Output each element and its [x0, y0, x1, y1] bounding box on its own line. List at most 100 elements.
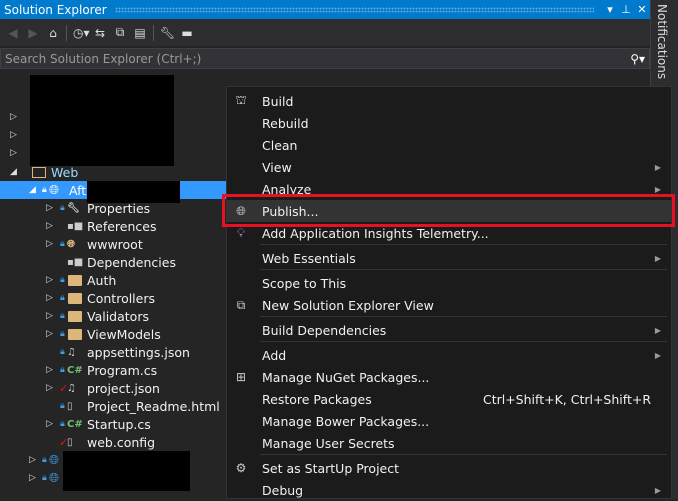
- json-file-icon: ♫: [67, 346, 76, 358]
- preview-icon[interactable]: ▬: [180, 26, 194, 40]
- title-bar: Solution Explorer ▾ ⊥ ✕: [0, 0, 650, 19]
- lock-icon: 🔒︎: [60, 275, 65, 285]
- lightbulb-icon: 💡︎: [236, 225, 246, 240]
- tree-item[interactable]: ▷: [0, 108, 226, 126]
- tree-item[interactable]: ▷ ✓ ♫ project.json: [0, 379, 226, 397]
- menu-item-label: Manage NuGet Packages...: [262, 369, 430, 385]
- pin-icon[interactable]: ⊥: [618, 3, 634, 16]
- tree-item[interactable]: ✓ ▯ web.config: [0, 433, 226, 451]
- expand-icon[interactable]: ▷: [46, 221, 53, 231]
- drag-handle[interactable]: [114, 6, 594, 13]
- lock-icon: 🔒︎: [60, 419, 65, 429]
- expand-icon[interactable]: ▷: [46, 365, 53, 375]
- tree-item-label: web.config: [87, 434, 156, 450]
- tree-item[interactable]: ▷ 🔒︎ 🌐︎ wwwroot: [0, 235, 226, 253]
- menu-item-label: Set as StartUp Project: [262, 460, 400, 476]
- collapse-all-icon[interactable]: ⧉: [113, 25, 127, 40]
- expand-icon[interactable]: ▷: [10, 148, 17, 158]
- expand-icon[interactable]: ▷: [46, 239, 53, 249]
- web-folder-icon: 🌐︎: [67, 238, 75, 250]
- expand-icon[interactable]: ▷: [46, 383, 53, 393]
- forward-icon[interactable]: ▶: [26, 26, 40, 40]
- collapse-icon[interactable]: ◢: [10, 167, 17, 177]
- menu-item-web-essentials[interactable]: Web Essentials ▶: [227, 247, 671, 269]
- tree-item-web[interactable]: ◢ Web: [0, 163, 226, 181]
- tree-item-label: References: [87, 218, 157, 234]
- tree-item[interactable]: ▷ 🔒︎ ViewModels: [0, 325, 226, 343]
- submenu-arrow-icon: ▶: [654, 485, 661, 495]
- home-icon[interactable]: ⌂: [46, 26, 60, 40]
- history-icon[interactable]: ◷▾: [73, 26, 90, 40]
- folder-icon: [68, 311, 82, 322]
- menu-item-manage-nuget-packages[interactable]: ⊞ Manage NuGet Packages...: [227, 366, 671, 388]
- dependencies-icon: ▪■: [67, 256, 84, 268]
- tree-item[interactable]: 🔒︎ ▯ Project_Readme.html: [0, 397, 226, 415]
- expand-icon[interactable]: ▷: [10, 112, 17, 122]
- web-project-icon: 🌐︎: [49, 452, 60, 467]
- menu-item-set-as-startup-project[interactable]: ⚙ Set as StartUp Project: [227, 457, 671, 479]
- menu-item-label: Add: [262, 347, 287, 363]
- tree-item[interactable]: ▪■ Dependencies: [0, 253, 226, 271]
- expand-icon[interactable]: ▷: [46, 311, 53, 321]
- back-icon[interactable]: ◀: [6, 26, 20, 40]
- submenu-arrow-icon: ▶: [654, 253, 661, 263]
- tree-item[interactable]: ▷ 🔒︎ Controllers: [0, 289, 226, 307]
- tree-item[interactable]: ▷ ▪■ References: [0, 217, 226, 235]
- collapse-icon[interactable]: ◢: [29, 185, 36, 195]
- gear-icon: ⚙: [235, 461, 247, 475]
- tree-item[interactable]: ▷ 🔒︎ Auth: [0, 271, 226, 289]
- expand-icon[interactable]: ▷: [46, 419, 53, 429]
- menu-item-restore-packages[interactable]: Restore Packages Ctrl+Shift+K, Ctrl+Shift…: [227, 388, 671, 410]
- close-icon[interactable]: ✕: [634, 3, 650, 16]
- menu-item-debug[interactable]: Debug ▶: [227, 479, 671, 501]
- dropdown-icon[interactable]: ▾: [602, 3, 618, 16]
- menu-item-manage-user-secrets[interactable]: Manage User Secrets: [227, 432, 671, 454]
- tree-item-label: Startup.cs: [87, 416, 151, 432]
- lock-icon: 🔒︎: [42, 455, 47, 465]
- json-file-icon: ♫: [67, 382, 76, 394]
- properties-icon[interactable]: 🔧︎: [160, 26, 175, 40]
- tree-item-label: appsettings.json: [87, 344, 190, 360]
- csharp-file-icon: C#: [67, 418, 83, 430]
- expand-icon[interactable]: ▷: [46, 275, 53, 285]
- menu-item-add[interactable]: Add ▶: [227, 344, 671, 366]
- menu-item-manage-bower-packages[interactable]: Manage Bower Packages...: [227, 410, 671, 432]
- expand-icon[interactable]: ▷: [29, 473, 36, 483]
- tree-item[interactable]: ▷ 🔒︎ C# Program.cs: [0, 361, 226, 379]
- sync-icon[interactable]: ⇆: [93, 26, 107, 40]
- context-menu: ⛫ Build Rebuild Clean View ▶ Analyze ▶ 🌐︎ Publish…: [226, 86, 672, 499]
- expand-icon[interactable]: ▷: [29, 455, 36, 465]
- csharp-file-icon: C#: [67, 364, 83, 376]
- wrench-icon: 🔧︎: [67, 202, 80, 214]
- show-all-files-icon[interactable]: ▤: [133, 26, 147, 40]
- divider: [66, 24, 67, 41]
- search-icon[interactable]: ⚲▾: [630, 52, 645, 66]
- menu-item-label: Rebuild: [262, 115, 309, 131]
- expand-icon[interactable]: ▷: [10, 130, 17, 140]
- menu-item-build-dependencies[interactable]: Build Dependencies ▶: [227, 319, 671, 341]
- tree-item[interactable]: ▷ 🔒︎ 🔧︎ Properties: [0, 199, 226, 217]
- nuget-icon: ⊞: [235, 370, 247, 384]
- menu-item-build[interactable]: ⛫ Build: [227, 90, 671, 112]
- tree-item[interactable]: 🔒︎ ♫ appsettings.json: [0, 343, 226, 361]
- tree-item-label: Auth: [87, 272, 117, 288]
- web-project-icon: 🌐︎: [49, 470, 60, 485]
- tree-item[interactable]: ▷ 🔒︎ Validators: [0, 307, 226, 325]
- lock-icon: 🔒︎: [60, 239, 65, 249]
- menu-item-view[interactable]: View ▶: [227, 156, 671, 178]
- tree-item[interactable]: ▷ 🔒︎ C# Startup.cs: [0, 415, 226, 433]
- tree-item[interactable]: ▷: [0, 144, 226, 162]
- menu-item-new-solution-explorer-view[interactable]: ⧉ New Solution Explorer View: [227, 294, 671, 316]
- search-placeholder: Search Solution Explorer (Ctrl+;): [5, 51, 202, 66]
- search-input[interactable]: Search Solution Explorer (Ctrl+;) ⚲▾: [0, 48, 650, 69]
- tree-item[interactable]: ▷: [0, 126, 226, 144]
- tree-item-label: Dependencies: [87, 254, 176, 270]
- expand-icon[interactable]: ▷: [46, 203, 53, 213]
- expand-icon[interactable]: ▷: [46, 329, 53, 339]
- menu-item-clean[interactable]: Clean: [227, 134, 671, 156]
- expand-icon[interactable]: ▷: [46, 293, 53, 303]
- menu-item-scope-to-this[interactable]: Scope to This: [227, 272, 671, 294]
- lock-icon: 🔒︎: [60, 329, 65, 339]
- tree-item-label: Web: [51, 164, 79, 180]
- menu-item-rebuild[interactable]: Rebuild: [227, 112, 671, 134]
